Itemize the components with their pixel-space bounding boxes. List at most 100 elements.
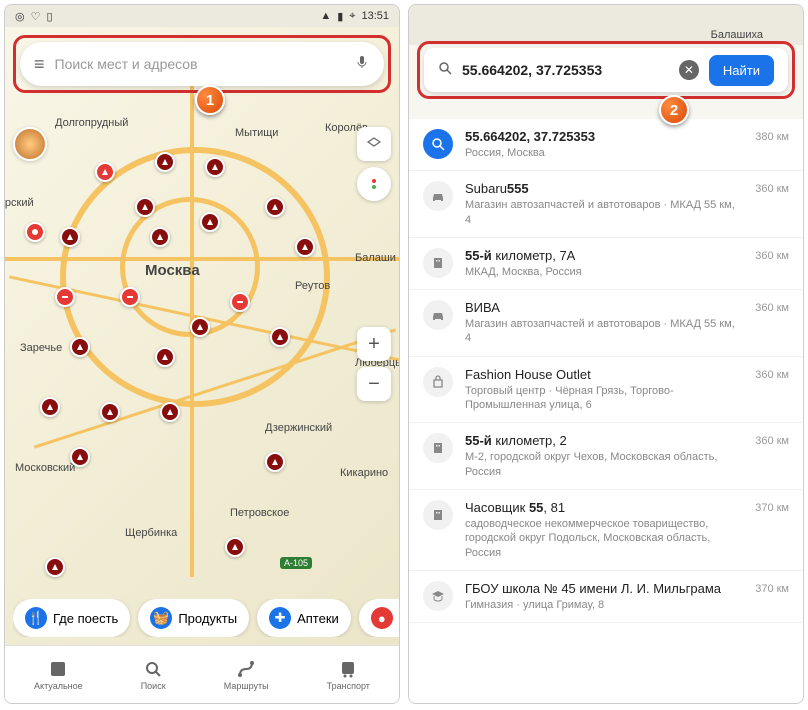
traffic-marker[interactable] — [135, 197, 155, 217]
result-subtitle: Россия, Москва — [465, 146, 743, 160]
traffic-marker[interactable] — [100, 402, 120, 422]
menu-icon[interactable]: ≡ — [34, 54, 45, 75]
traffic-marker[interactable] — [155, 347, 175, 367]
traffic-marker[interactable] — [265, 452, 285, 472]
traffic-marker[interactable] — [160, 402, 180, 422]
city-balashikha-bg: Балашиха — [711, 29, 763, 41]
shield-icon: ♡ — [31, 10, 41, 23]
search-input[interactable] — [55, 56, 344, 72]
result-title: ВИВА — [465, 300, 743, 315]
result-subtitle: Торговый центр · Чёрная Грязь, Торгово-П… — [465, 384, 743, 413]
traffic-marker[interactable] — [70, 447, 90, 467]
result-title: 55-й километр, 2 — [465, 433, 743, 448]
city-mytischi: Мытищи — [235, 127, 278, 139]
find-button[interactable]: Найти — [709, 55, 774, 86]
city-balashikha: Балаши — [355, 252, 396, 264]
search-blue-icon — [423, 129, 453, 159]
traffic-marker[interactable] — [295, 237, 315, 257]
plus-icon: ✚ — [269, 607, 291, 629]
city-shcherbinka: Щербинка — [125, 527, 177, 539]
screen-results: ◎ ♡ ▯ ▲ ▮ ⌖ 13:52 Балашиха ✕ Найти 2 — [408, 4, 804, 704]
chip-Продукты[interactable]: 🧺Продукты — [138, 599, 249, 637]
search-highlight: ✕ Найти — [417, 41, 795, 99]
basket-icon: 🧺 — [150, 607, 172, 629]
searchbar[interactable]: ✕ Найти — [424, 48, 788, 92]
result-row[interactable]: Subaru555 Магазин автозапчастей и автото… — [409, 171, 803, 238]
traffic-marker[interactable] — [55, 287, 75, 307]
chip-label: Где поесть — [53, 611, 118, 626]
search-icon — [143, 659, 163, 679]
fork-icon: 🍴 — [25, 607, 47, 629]
callout-badge-2: 2 — [659, 95, 689, 125]
traffic-marker[interactable] — [120, 287, 140, 307]
traffic-marker[interactable] — [25, 222, 45, 242]
city-reutov: Реутов — [295, 280, 330, 292]
zoom-in-button[interactable]: + — [357, 327, 391, 361]
traffic-marker[interactable] — [225, 537, 245, 557]
result-distance: 370 км — [755, 581, 789, 595]
result-title: Subaru555 — [465, 181, 743, 196]
road-horz — [5, 257, 400, 261]
result-distance: 360 км — [755, 367, 789, 381]
traffic-toggle[interactable] — [357, 167, 391, 201]
city-dolgoprudny: Долгопрудный — [55, 117, 128, 129]
traffic-marker[interactable] — [150, 227, 170, 247]
building-icon — [423, 500, 453, 530]
clear-button[interactable]: ✕ — [679, 60, 699, 80]
result-row[interactable]: 55-й километр, 2 М-2, городской округ Че… — [409, 423, 803, 490]
traffic-marker[interactable] — [45, 557, 65, 577]
bag-icon — [423, 367, 453, 397]
traffic-marker[interactable] — [200, 212, 220, 232]
chip-Где поесть[interactable]: 🍴 Где поесть — [13, 599, 130, 637]
result-subtitle: Гимназия · улица Гримау, 8 — [465, 598, 743, 612]
traffic-marker[interactable] — [265, 197, 285, 217]
result-subtitle: М-2, городской округ Чехов, Московская о… — [465, 450, 743, 479]
grad-icon — [423, 581, 453, 611]
building-icon — [423, 433, 453, 463]
result-row[interactable]: Fashion House Outlet Торговый центр · Чё… — [409, 357, 803, 424]
avatar[interactable] — [13, 127, 47, 161]
statusbar: ◎ ♡ ▯ ▲ ▮ ⌖ 13:51 — [5, 5, 399, 27]
bottom-nav: Актуальное Поиск Маршруты Транспорт — [5, 645, 399, 703]
result-row[interactable]: 55.664202, 37.725353 Россия, Москва 380 … — [409, 119, 803, 171]
traffic-marker[interactable] — [190, 317, 210, 337]
result-distance: 370 км — [755, 500, 789, 514]
result-distance: 360 км — [755, 300, 789, 314]
traffic-marker[interactable] — [205, 157, 225, 177]
nav-search[interactable]: Поиск — [141, 659, 166, 691]
chip-К[interactable]: ●К — [359, 599, 399, 637]
traffic-marker[interactable] — [70, 337, 90, 357]
traffic-marker[interactable] — [40, 397, 60, 417]
result-title: Часовщик 55, 81 — [465, 500, 743, 515]
nav-label: Транспорт — [327, 681, 370, 691]
traffic-marker[interactable] — [270, 327, 290, 347]
city-kikarino: Кикарино — [340, 467, 388, 479]
mic-icon[interactable] — [354, 54, 370, 75]
searchbar[interactable]: ≡ — [20, 42, 384, 86]
circle-icon: ● — [371, 607, 393, 629]
nav-feed[interactable]: Актуальное — [34, 659, 83, 691]
result-row[interactable]: ВИВА Магазин автозапчастей и автотоваров… — [409, 290, 803, 357]
result-subtitle: МКАД, Москва, Россия — [465, 265, 743, 279]
traffic-marker[interactable] — [230, 292, 250, 312]
result-row[interactable]: Часовщик 55, 81 садоводческое некоммерче… — [409, 490, 803, 571]
result-title: ГБОУ школа № 45 имени Л. И. Мильграма — [465, 581, 743, 596]
nav-route[interactable]: Маршруты — [224, 659, 269, 691]
traffic-marker[interactable] — [155, 152, 175, 172]
zoom-out-button[interactable]: − — [357, 367, 391, 401]
search-input[interactable] — [462, 62, 669, 78]
feed-icon — [48, 659, 68, 679]
traffic-marker[interactable] — [95, 162, 115, 182]
city-dzerzhinsky: Дзержинский — [265, 422, 332, 434]
nav-label: Актуальное — [34, 681, 83, 691]
layers-button[interactable] — [357, 127, 391, 161]
result-row[interactable]: ГБОУ школа № 45 имени Л. И. Мильграма Ги… — [409, 571, 803, 623]
chip-Аптеки[interactable]: ✚Аптеки — [257, 599, 351, 637]
nav-bus[interactable]: Транспорт — [327, 659, 370, 691]
building-icon — [423, 248, 453, 278]
car-icon — [423, 300, 453, 330]
result-title: 55-й километр, 7А — [465, 248, 743, 263]
result-row[interactable]: 55-й километр, 7А МКАД, Москва, Россия 3… — [409, 238, 803, 290]
traffic-marker[interactable] — [60, 227, 80, 247]
search-results[interactable]: 55.664202, 37.725353 Россия, Москва 380 … — [409, 119, 803, 703]
